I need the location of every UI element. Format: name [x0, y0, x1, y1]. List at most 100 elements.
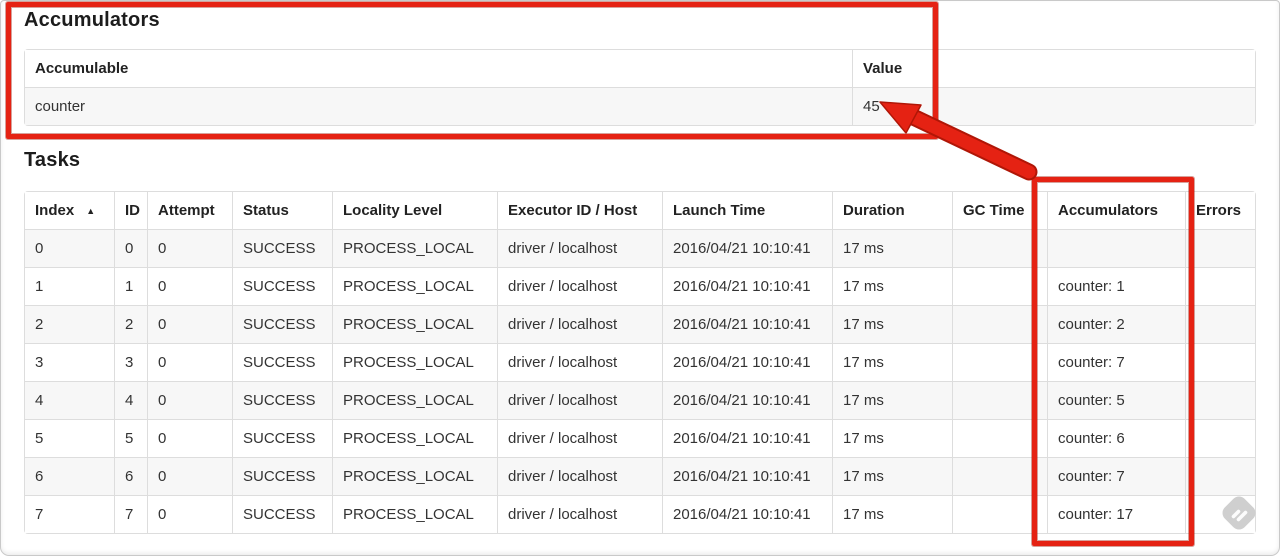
cell-executor-id-host: driver / localhost	[497, 495, 662, 533]
cell-status: SUCCESS	[232, 381, 332, 419]
cell-id: 0	[114, 229, 147, 267]
cell-status: SUCCESS	[232, 267, 332, 305]
table-header-row: Accumulable Value	[25, 50, 1255, 87]
cell-executor-id-host: driver / localhost	[497, 419, 662, 457]
cell-id: 7	[114, 495, 147, 533]
table-row: 4 4 0 SUCCESS PROCESS_LOCAL driver / localhos…	[25, 381, 1255, 419]
cell-attempt: 0	[147, 343, 232, 381]
cell-gc-time	[952, 305, 1047, 343]
cell-accumulators: counter: 7	[1047, 343, 1185, 381]
cell-index: 1	[25, 267, 114, 305]
tasks-col-header-attempt[interactable]: Attempt	[147, 192, 232, 229]
cell-locality-level: PROCESS_LOCAL	[332, 381, 497, 419]
cell-status: SUCCESS	[232, 495, 332, 533]
cell-status: SUCCESS	[232, 305, 332, 343]
table-row: 5 5 0 SUCCESS PROCESS_LOCAL driver / localhos…	[25, 419, 1255, 457]
cell-launch-time: 2016/04/21 10:10:41	[662, 267, 832, 305]
cell-gc-time	[952, 457, 1047, 495]
cell-index: 4	[25, 381, 114, 419]
table-row: 2 2 0 SUCCESS PROCESS_LOCAL driver / localhos…	[25, 305, 1255, 343]
cell-launch-time: 2016/04/21 10:10:41	[662, 457, 832, 495]
cell-accumulators: counter: 7	[1047, 457, 1185, 495]
cell-gc-time	[952, 381, 1047, 419]
sort-ascending-icon: ▲	[86, 206, 96, 216]
tasks-col-header-launch-time[interactable]: Launch Time	[662, 192, 832, 229]
tasks-col-header-executor-id-host[interactable]: Executor ID / Host	[497, 192, 662, 229]
accumulators-table: Accumulable Value counter 45	[24, 49, 1256, 126]
accumulators-section-title: Accumulators	[24, 9, 160, 31]
cell-executor-id-host: driver / localhost	[497, 229, 662, 267]
cell-status: SUCCESS	[232, 419, 332, 457]
cell-id: 5	[114, 419, 147, 457]
cell-executor-id-host: driver / localhost	[497, 267, 662, 305]
cell-errors	[1185, 419, 1255, 457]
cell-gc-time	[952, 267, 1047, 305]
spark-ui-stage-page: Accumulators Accumulable Value counter 45…	[0, 0, 1280, 556]
table-row: counter 45	[25, 87, 1255, 125]
cell-duration: 17 ms	[832, 267, 952, 305]
cell-duration: 17 ms	[832, 305, 952, 343]
cell-errors	[1185, 343, 1255, 381]
cell-accumulators: counter: 2	[1047, 305, 1185, 343]
tasks-section-title: Tasks	[24, 149, 81, 171]
table-row: 6 6 0 SUCCESS PROCESS_LOCAL driver / localhos…	[25, 457, 1255, 495]
cell-launch-time: 2016/04/21 10:10:41	[662, 229, 832, 267]
cell-executor-id-host: driver / localhost	[497, 343, 662, 381]
col-header-value: Value	[852, 50, 1255, 87]
cell-attempt: 0	[147, 229, 232, 267]
tasks-col-header-id[interactable]: ID	[114, 192, 147, 229]
cell-index: 3	[25, 343, 114, 381]
cell-id: 3	[114, 343, 147, 381]
cell-id: 1	[114, 267, 147, 305]
cell-attempt: 0	[147, 305, 232, 343]
cell-locality-level: PROCESS_LOCAL	[332, 229, 497, 267]
cell-locality-level: PROCESS_LOCAL	[332, 305, 497, 343]
cell-launch-time: 2016/04/21 10:10:41	[662, 343, 832, 381]
cell-status: SUCCESS	[232, 229, 332, 267]
cell-locality-level: PROCESS_LOCAL	[332, 267, 497, 305]
tasks-col-header-duration[interactable]: Duration	[832, 192, 952, 229]
cell-gc-time	[952, 229, 1047, 267]
cell-index: 6	[25, 457, 114, 495]
col-header-accumulable: Accumulable	[25, 50, 852, 87]
cell-attempt: 0	[147, 267, 232, 305]
cell-executor-id-host: driver / localhost	[497, 457, 662, 495]
tasks-col-header-gc-time[interactable]: GC Time	[952, 192, 1047, 229]
cell-duration: 17 ms	[832, 381, 952, 419]
tasks-col-header-errors[interactable]: Errors	[1185, 192, 1255, 229]
cell-attempt: 0	[147, 381, 232, 419]
cell-locality-level: PROCESS_LOCAL	[332, 495, 497, 533]
cell-executor-id-host: driver / localhost	[497, 305, 662, 343]
cell-errors	[1185, 267, 1255, 305]
tasks-col-header-index[interactable]: Index ▲	[25, 192, 114, 229]
cell-launch-time: 2016/04/21 10:10:41	[662, 495, 832, 533]
table-row: 7 7 0 SUCCESS PROCESS_LOCAL driver / localhos…	[25, 495, 1255, 533]
cell-errors	[1185, 381, 1255, 419]
cell-locality-level: PROCESS_LOCAL	[332, 457, 497, 495]
cell-locality-level: PROCESS_LOCAL	[332, 343, 497, 381]
cell-accumulators: counter: 1	[1047, 267, 1185, 305]
cell-duration: 17 ms	[832, 343, 952, 381]
accumulable-name-cell: counter	[25, 87, 852, 125]
cell-duration: 17 ms	[832, 229, 952, 267]
table-row: 3 3 0 SUCCESS PROCESS_LOCAL driver / localhos…	[25, 343, 1255, 381]
tasks-col-header-locality-level[interactable]: Locality Level	[332, 192, 497, 229]
cell-status: SUCCESS	[232, 343, 332, 381]
cell-errors	[1185, 305, 1255, 343]
cell-errors	[1185, 457, 1255, 495]
cell-errors	[1185, 495, 1255, 533]
cell-index: 0	[25, 229, 114, 267]
cell-gc-time	[952, 343, 1047, 381]
tasks-col-header-status[interactable]: Status	[232, 192, 332, 229]
cell-accumulators: counter: 17	[1047, 495, 1185, 533]
tasks-col-header-accumulators[interactable]: Accumulators	[1047, 192, 1185, 229]
cell-index: 7	[25, 495, 114, 533]
cell-gc-time	[952, 419, 1047, 457]
cell-id: 4	[114, 381, 147, 419]
cell-duration: 17 ms	[832, 495, 952, 533]
cell-accumulators	[1047, 229, 1185, 267]
cell-attempt: 0	[147, 495, 232, 533]
cell-id: 6	[114, 457, 147, 495]
cell-accumulators: counter: 6	[1047, 419, 1185, 457]
cell-locality-level: PROCESS_LOCAL	[332, 419, 497, 457]
